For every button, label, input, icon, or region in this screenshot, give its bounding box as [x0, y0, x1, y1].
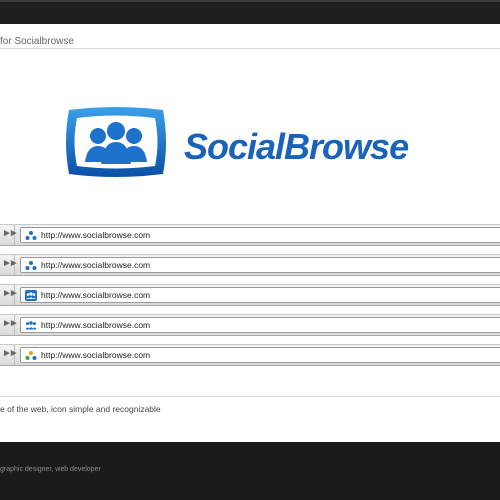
people-icon: [25, 321, 37, 330]
footer-divider: [0, 396, 500, 397]
forward-arrow-icon: ►►: [2, 258, 19, 269]
browser-address-bar-1: ►► http://www.socialbrowse.com: [0, 224, 500, 246]
browser-address-bar-3: ►► http://www.socialbrowse.com: [0, 284, 500, 306]
forward-button[interactable]: ►►: [0, 225, 19, 245]
address-url: http://www.socialbrowse.com: [41, 320, 151, 330]
forward-button[interactable]: ►►: [0, 255, 19, 275]
forward-button[interactable]: ►►: [0, 345, 19, 365]
address-url: http://www.socialbrowse.com: [41, 230, 151, 240]
three-dots-icon: [25, 231, 37, 240]
header-caption: for Socialbrowse: [0, 36, 74, 47]
address-url: http://www.socialbrowse.com: [41, 290, 151, 300]
logo-area: SocialBrowse: [0, 60, 500, 220]
address-field[interactable]: http://www.socialbrowse.com: [20, 257, 500, 273]
forward-button[interactable]: ►►: [0, 285, 19, 305]
forward-arrow-icon: ►►: [2, 318, 19, 329]
forward-arrow-icon: ►►: [2, 228, 19, 239]
address-url: http://www.socialbrowse.com: [41, 260, 151, 270]
footer-caption: e of the web, icon simple and recognizab…: [0, 404, 161, 414]
address-field[interactable]: http://www.socialbrowse.com: [20, 287, 500, 303]
forward-arrow-icon: ►►: [2, 288, 19, 299]
browser-address-bar-4: ►► http://www.socialbrowse.com: [0, 314, 500, 336]
people-icon: [25, 290, 37, 301]
colored-dots-icon: [25, 351, 37, 360]
header-divider: [0, 48, 500, 49]
designer-credit: graphic designer, web developer: [0, 466, 101, 473]
browser-address-bar-2: ►► http://www.socialbrowse.com: [0, 254, 500, 276]
top-dark-bar: [0, 0, 500, 24]
three-dots-icon: [25, 261, 37, 270]
forward-arrow-icon: ►►: [2, 348, 19, 359]
top-bar-highlight: [0, 0, 500, 2]
browser-address-bar-5: ►► http://www.socialbrowse.com: [0, 344, 500, 366]
address-url: http://www.socialbrowse.com: [41, 350, 151, 360]
logo-wordmark: SocialBrowse: [184, 126, 409, 167]
address-field[interactable]: http://www.socialbrowse.com: [20, 347, 500, 363]
address-field[interactable]: http://www.socialbrowse.com: [20, 317, 500, 333]
socialbrowse-logo-icon: [66, 107, 166, 177]
forward-button[interactable]: ►►: [0, 315, 19, 335]
address-field[interactable]: http://www.socialbrowse.com: [20, 227, 500, 243]
